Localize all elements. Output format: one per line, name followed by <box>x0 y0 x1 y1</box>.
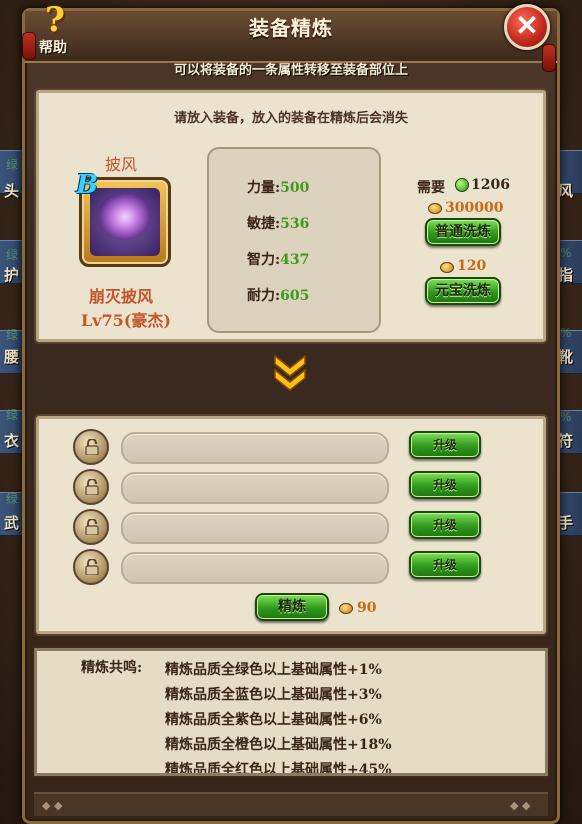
stat-intellect: 智力:437 <box>247 249 309 269</box>
resonance-panel[interactable]: 精炼共鸣: 精炼品质全绿色以上基础属性+1% 精炼品质全蓝色以上基础属性+3% … <box>34 648 548 776</box>
ingot-icon <box>440 262 454 273</box>
bg-grade: 绿 <box>6 328 19 342</box>
chevron-down-icon <box>274 354 306 391</box>
dialog-footer: ◆ ◆ ◆ ◆ <box>34 792 548 816</box>
stat-label: 智力: <box>247 252 281 268</box>
upgrade-button[interactable]: 升级 <box>409 511 481 539</box>
bg-slot-label: 靴 <box>558 348 574 366</box>
equipment-slot[interactable]: B <box>76 170 171 267</box>
stat-value: 437 <box>280 252 310 268</box>
lock-button[interactable] <box>73 509 109 545</box>
bg-slot-label: 武 <box>4 514 20 532</box>
upgrade-button[interactable]: 升级 <box>409 551 481 579</box>
close-icon: ✕ <box>515 9 539 42</box>
bg-slot-label: 衣 <box>4 432 20 450</box>
lock-icon <box>85 479 99 495</box>
lantern-icon <box>542 44 556 72</box>
game-screen: 绿 绿 绿 绿 绿 % % % 头 护 腰 衣 武 风 指 靴 符 手 装备精炼… <box>0 0 582 824</box>
ingot-wash-button[interactable]: 元宝洗炼 <box>425 277 501 305</box>
bg-slot-label: 符 <box>558 432 574 450</box>
refine-slot-row: 升级 <box>73 429 493 465</box>
normal-wash-button[interactable]: 普通洗炼 <box>425 218 501 246</box>
ingot-icon <box>339 603 353 614</box>
item-level: Lv75(豪杰) <box>81 311 171 330</box>
bg-grade: 绿 <box>6 248 19 262</box>
attribute-slot-bar <box>121 432 389 464</box>
refine-button[interactable]: 精炼 <box>255 593 329 621</box>
attribute-slot-bar <box>121 512 389 544</box>
refine-slot-row: 升级 <box>73 509 493 545</box>
dialog-subtitle: 可以将装备的一条属性转移至装备部位上 <box>173 63 408 78</box>
resonance-line: 精炼品质全绿色以上基础属性+1% <box>165 662 382 678</box>
resonance-label: 精炼共鸣: <box>81 660 143 676</box>
lock-icon <box>85 559 99 575</box>
stats-box: 力量:500 敏捷:536 智力:437 耐力:605 <box>207 147 381 333</box>
bg-grade: % <box>560 326 572 340</box>
bg-slot-label: 头 <box>4 182 20 200</box>
lock-icon <box>85 439 99 455</box>
attribute-slot-bar <box>121 552 389 584</box>
bg-grade: 绿 <box>6 492 19 506</box>
refine-slot-row: 升级 <box>73 469 493 505</box>
coin-icon <box>428 203 442 214</box>
question-icon: ? <box>45 0 65 40</box>
bg-slot-label: 护 <box>4 266 20 284</box>
resonance-line: 精炼品质全紫色以上基础属性+6% <box>165 712 382 728</box>
upgrade-button[interactable]: 升级 <box>409 471 481 499</box>
stat-strength: 力量:500 <box>247 177 309 197</box>
help-button[interactable]: ? 帮助 <box>27 0 87 58</box>
stat-agility: 敏捷:536 <box>247 213 309 233</box>
bg-grade: % <box>560 246 572 260</box>
item-slot-type: 披风 <box>105 155 138 174</box>
ornament-icon: ◆ ◆ <box>42 799 63 812</box>
stat-label: 耐力: <box>247 288 281 304</box>
requirement-label: 需要 <box>417 180 445 196</box>
attribute-slot-bar <box>121 472 389 504</box>
resonance-line: 精炼品质全橙色以上基础属性+18% <box>165 737 392 753</box>
ingot-cost: 120 <box>457 258 487 274</box>
ornament-icon: ◆ ◆ <box>510 799 531 812</box>
stat-value: 500 <box>280 180 310 196</box>
lock-button[interactable] <box>73 429 109 465</box>
lock-icon <box>85 519 99 535</box>
drop-hint: 请放入装备，放入的装备在精炼后会消失 <box>173 111 408 126</box>
dialog-title: 装备精炼 <box>249 16 333 40</box>
grade-badge: B <box>76 170 98 200</box>
bg-grade: 绿 <box>6 408 19 422</box>
stat-label: 敏捷: <box>247 216 281 232</box>
lock-button[interactable] <box>73 469 109 505</box>
stat-value: 536 <box>280 216 310 232</box>
refine-slot-row: 升级 <box>73 549 493 585</box>
bg-slot-label: 手 <box>558 514 574 532</box>
close-button[interactable]: ✕ <box>504 4 550 50</box>
refine-slots-panel: 升级 升级 升级 升级 精炼 90 <box>36 416 546 634</box>
gem-cost: 1206 <box>471 177 510 193</box>
item-name: 崩灭披风 <box>89 287 154 306</box>
stat-label: 力量: <box>247 180 281 196</box>
resonance-line: 精炼品质全红色以上基础属性+45% <box>165 762 392 776</box>
equipment-panel: 请放入装备，放入的装备在精炼后会消失 披风 B 崩灭披风 Lv75(豪杰) 力量… <box>36 90 546 342</box>
stat-stamina: 耐力:605 <box>247 285 309 305</box>
lock-button[interactable] <box>73 549 109 585</box>
refine-cost: 90 <box>357 600 377 616</box>
bg-slot-label: 指 <box>558 266 574 284</box>
upgrade-button[interactable]: 升级 <box>409 431 481 459</box>
help-label: 帮助 <box>39 40 67 56</box>
bg-slot-label: 风 <box>558 182 574 200</box>
stat-value: 605 <box>280 288 310 304</box>
resonance-line: 精炼品质全蓝色以上基础属性+3% <box>165 687 382 703</box>
gem-icon <box>455 178 469 192</box>
bg-slot-label: 腰 <box>4 348 20 366</box>
bg-grade: 绿 <box>6 158 19 172</box>
bg-grade: % <box>560 410 572 424</box>
coin-cost: 300000 <box>445 200 504 216</box>
